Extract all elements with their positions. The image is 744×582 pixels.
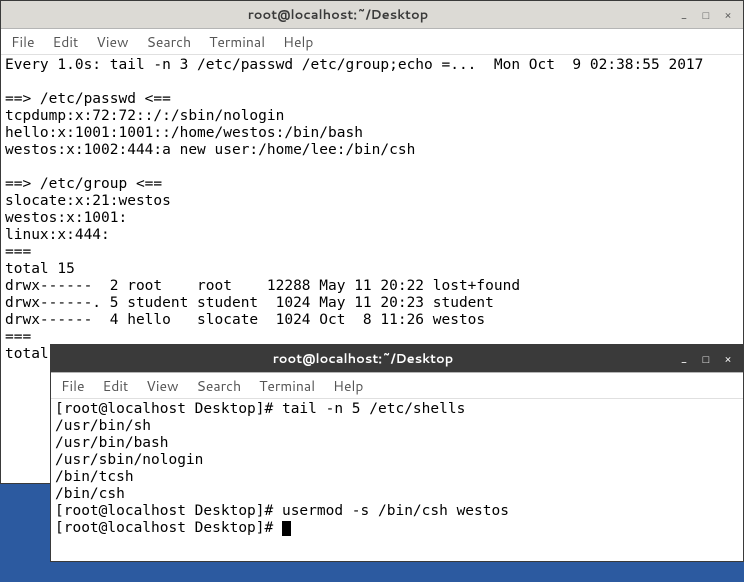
minimize-button[interactable]: _ bbox=[675, 6, 693, 24]
menubar: File Edit View Search Terminal Help bbox=[51, 373, 743, 399]
menu-view[interactable]: View bbox=[146, 376, 178, 396]
titlebar[interactable]: root@localhost:~/Desktop _ □ × bbox=[1, 1, 743, 29]
window-title: root@localhost:~/Desktop bbox=[1, 6, 675, 24]
close-button[interactable]: × bbox=[719, 6, 737, 24]
cursor bbox=[282, 521, 291, 536]
maximize-button[interactable]: □ bbox=[697, 350, 715, 368]
menu-help[interactable]: Help bbox=[333, 376, 363, 396]
menu-terminal[interactable]: Terminal bbox=[209, 32, 265, 52]
terminal-output[interactable]: [root@localhost Desktop]# tail -n 5 /etc… bbox=[51, 399, 743, 561]
menu-edit[interactable]: Edit bbox=[103, 376, 129, 396]
menu-help[interactable]: Help bbox=[283, 32, 313, 52]
minimize-button[interactable]: _ bbox=[675, 350, 693, 368]
menu-view[interactable]: View bbox=[96, 32, 128, 52]
menu-file[interactable]: File bbox=[11, 32, 35, 52]
menu-terminal[interactable]: Terminal bbox=[259, 376, 315, 396]
close-button[interactable]: × bbox=[719, 350, 737, 368]
menubar: File Edit View Search Terminal Help bbox=[1, 29, 743, 55]
menu-search[interactable]: Search bbox=[147, 32, 192, 52]
maximize-button[interactable]: □ bbox=[697, 6, 715, 24]
terminal-window-2: root@localhost:~/Desktop _ □ × File Edit… bbox=[50, 344, 744, 562]
menu-edit[interactable]: Edit bbox=[53, 32, 79, 52]
titlebar[interactable]: root@localhost:~/Desktop _ □ × bbox=[51, 345, 743, 373]
window-controls: _ □ × bbox=[675, 350, 743, 368]
menu-file[interactable]: File bbox=[61, 376, 85, 396]
menu-search[interactable]: Search bbox=[197, 376, 242, 396]
window-controls: _ □ × bbox=[675, 6, 743, 24]
window-title: root@localhost:~/Desktop bbox=[51, 350, 675, 368]
